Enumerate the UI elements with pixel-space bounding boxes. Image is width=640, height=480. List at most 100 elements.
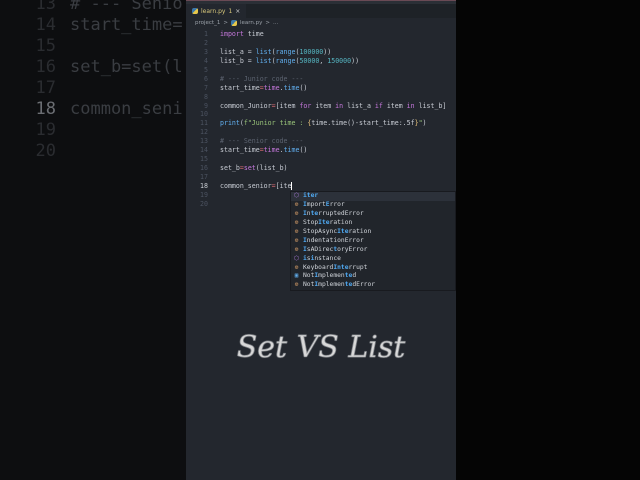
breadcrumb-file[interactable]: learn.py <box>240 20 262 26</box>
function-icon: ⬡ <box>293 254 300 262</box>
code-line[interactable]: 18 common_senior=[ite <box>186 181 456 191</box>
code-line[interactable]: 5 <box>186 66 456 75</box>
autocomplete-item[interactable]: ⚙ NotImplementedError <box>291 281 455 290</box>
line-number: 15 <box>200 155 208 164</box>
code-text: start_time=time.time() <box>220 146 308 155</box>
code-text: list_a = list(range(100000)) <box>220 47 332 56</box>
autocomplete-label: iter <box>303 192 319 199</box>
code-text: # --- Junior code --- <box>220 74 304 83</box>
python-file-icon <box>230 20 237 26</box>
code-line[interactable]: 17 <box>186 173 456 182</box>
video-title-overlay: Set VS List <box>236 330 406 366</box>
code-line[interactable]: 14 start_time=time.time() <box>186 146 456 155</box>
autocomplete-item[interactable]: ⚙ InterruptedError <box>291 210 455 219</box>
function-icon: ⬡ <box>293 192 300 199</box>
problem-count-badge: 1 <box>228 7 233 15</box>
autocomplete-item[interactable]: ⚙ IndentationError <box>291 237 455 246</box>
code-line[interactable]: 3 list_a = list(range(100000)) <box>186 48 456 57</box>
autocomplete-label: NotImplemented <box>303 272 357 280</box>
autocomplete-item[interactable]: ⚙ IsADirectoryError <box>291 246 455 255</box>
line-number: 12 <box>200 128 208 137</box>
autocomplete-item[interactable]: ⚙ KeyboardInterrupt <box>291 264 455 273</box>
autocomplete-item[interactable]: ⬡ isinstance <box>291 255 455 264</box>
autocomplete-item[interactable]: ⚙ ImportError <box>291 201 455 210</box>
text-cursor <box>291 181 293 190</box>
autocomplete-popup: ⬡ iter ⚙ ImportError ⚙ InterruptedError ⚙ StopI… <box>290 191 456 292</box>
code-line[interactable]: 13 # --- Senior code --- <box>186 137 456 146</box>
code-text: start_time=time.time() <box>220 83 308 92</box>
line-number: 11 <box>200 119 208 128</box>
code-line[interactable]: 12 <box>186 128 456 137</box>
line-number: 18 <box>200 181 208 190</box>
autocomplete-item[interactable]: ⬡ iter <box>291 192 455 201</box>
autocomplete-item[interactable]: ▣ NotImplemented <box>291 272 455 281</box>
autocomplete-label: isinstance <box>303 254 341 262</box>
autocomplete-label: StopIteration <box>303 218 353 226</box>
line-number: 3 <box>204 47 208 56</box>
autocomplete-label: IndentationError <box>303 236 364 244</box>
line-number: 16 <box>200 164 208 173</box>
tab-bar: learn.py 1 × <box>186 4 456 18</box>
right-background <box>456 0 640 480</box>
class-icon: ⚙ <box>294 227 299 235</box>
line-number: 1 <box>204 30 208 38</box>
chevron-right-icon: > <box>223 20 228 26</box>
code-line[interactable]: 4 list_b = list(range(50000, 150000)) <box>186 57 456 66</box>
line-number: 9 <box>204 101 208 110</box>
code-line[interactable]: 1 import time <box>186 30 456 39</box>
code-text: set_b=set(list_b) <box>220 164 288 173</box>
line-number: 7 <box>204 83 208 92</box>
class-icon: ⚙ <box>294 263 299 271</box>
python-file-icon <box>192 8 198 14</box>
chevron-right-icon: > <box>265 20 270 26</box>
code-editor[interactable]: 1 import time 2 3 list_a = list(range(100000… <box>186 30 456 209</box>
line-number: 2 <box>204 38 208 47</box>
autocomplete-label: InterruptedError <box>303 209 364 217</box>
close-icon[interactable]: × <box>235 8 240 15</box>
line-number: 17 <box>200 173 208 181</box>
line-number: 8 <box>204 92 208 101</box>
code-text: common_Junior=[item for item in list_a i… <box>220 101 447 110</box>
autocomplete-item[interactable]: ⚙ StopIteration <box>291 219 455 228</box>
background-code-line: 20 <box>35 141 56 161</box>
class-icon: ⚙ <box>294 209 299 217</box>
line-number: 5 <box>204 65 208 74</box>
line-number: 6 <box>204 74 208 83</box>
autocomplete-label: NotImplementedError <box>303 281 376 289</box>
line-number: 4 <box>204 56 208 65</box>
code-text: # --- Senior code --- <box>220 137 304 146</box>
code-line[interactable]: 6 # --- Junior code --- <box>186 75 456 84</box>
constant-icon: ▣ <box>294 272 299 280</box>
code-line[interactable]: 11 print(f"Junior time : {time.time()-sta… <box>186 119 456 128</box>
autocomplete-item[interactable]: ⚙ StopAsyncIteration <box>291 228 455 237</box>
autocomplete-label: KeyboardInterrupt <box>303 263 368 271</box>
line-number: 14 <box>200 146 208 155</box>
code-text: common_senior=[ite <box>220 181 293 190</box>
code-text: list_b = list(range(50000, 150000)) <box>220 56 360 65</box>
class-icon: ⚙ <box>294 281 299 289</box>
code-text: print(f"Junior time : {time.time()-start… <box>220 119 427 128</box>
line-number: 19 <box>200 190 208 199</box>
tab-filename: learn.py <box>201 7 226 15</box>
breadcrumb-more[interactable]: ... <box>273 20 278 26</box>
breadcrumb-folder[interactable]: project_1 <box>195 20 220 26</box>
code-line[interactable]: 8 <box>186 93 456 102</box>
blurred-background-code: 13 # --- Senio 14 start_time= 15 16 set_b=set(… <box>0 0 186 480</box>
code-line[interactable]: 9 common_Junior=[item for item in list_a … <box>186 102 456 111</box>
code-line[interactable]: 7 start_time=time.time() <box>186 84 456 93</box>
code-line[interactable]: 16 set_b=set(list_b) <box>186 164 456 173</box>
tab-learn-py[interactable]: learn.py 1 × <box>186 4 247 18</box>
class-icon: ⚙ <box>294 245 299 253</box>
autocomplete-label: IsADirectoryError <box>303 245 368 253</box>
editor-panel: learn.py 1 × project_1 > learn.py > ... … <box>186 0 456 480</box>
code-line[interactable]: 15 <box>186 155 456 164</box>
line-number: 13 <box>200 137 208 146</box>
class-icon: ⚙ <box>294 200 299 208</box>
code-line[interactable]: 2 <box>186 39 456 48</box>
line-number: 10 <box>200 110 208 119</box>
code-line[interactable]: 10 <box>186 110 456 119</box>
class-icon: ⚙ <box>294 236 299 244</box>
breadcrumb: project_1 > learn.py > ... <box>186 18 456 28</box>
autocomplete-label: ImportError <box>303 200 345 208</box>
autocomplete-label: StopAsyncIteration <box>303 227 372 235</box>
